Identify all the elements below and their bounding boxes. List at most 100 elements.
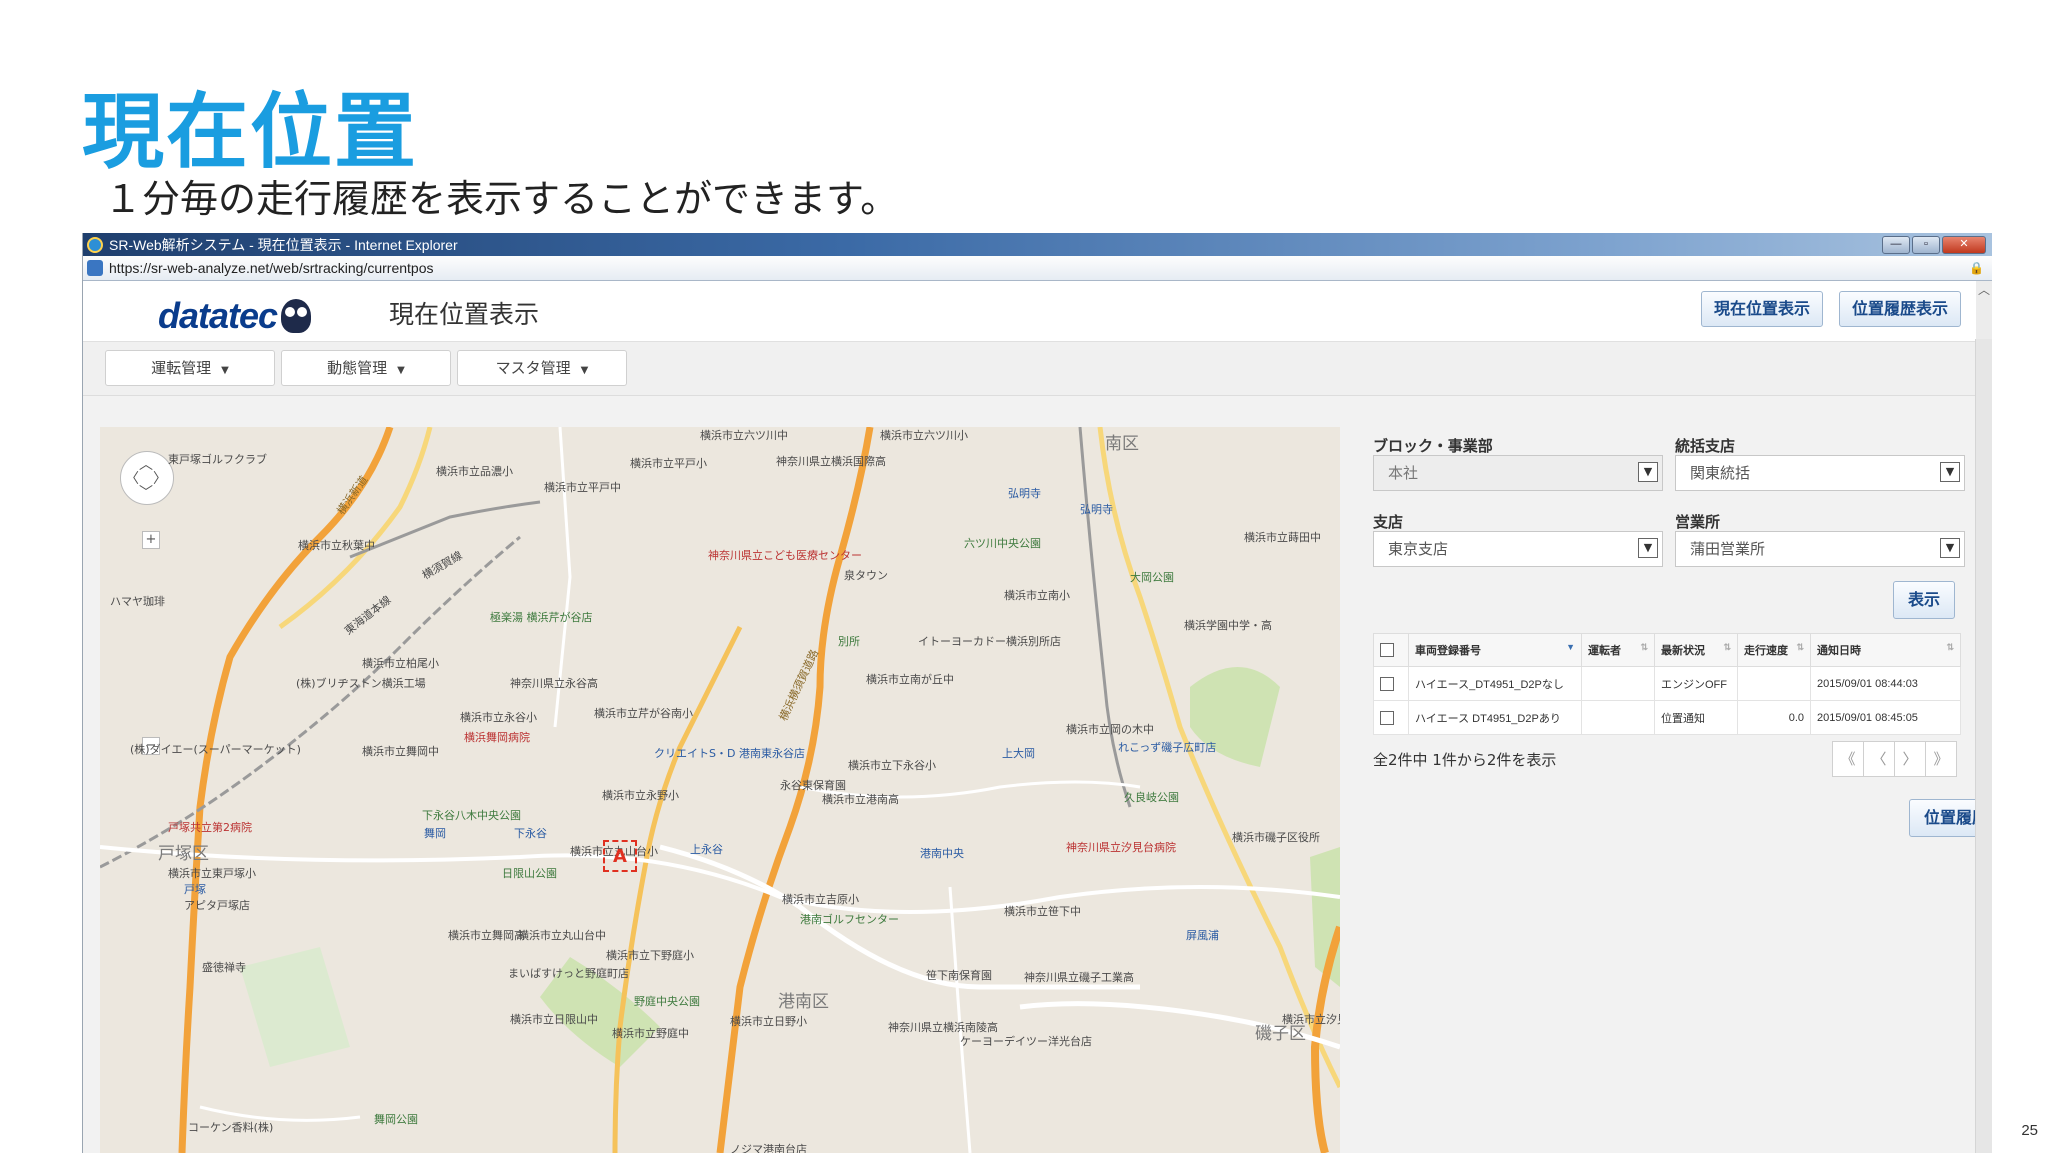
place-label: 横浜市立笹下中 <box>1004 905 1081 918</box>
lock-icon[interactable]: 🔒 <box>1969 261 1984 275</box>
place-label: 泉タウン <box>844 569 888 582</box>
place-label: 横浜市立六ツ川小 <box>880 429 968 442</box>
place-label: 舞岡公園 <box>374 1113 418 1126</box>
chevron-down-icon[interactable]: ▼ <box>1940 462 1960 482</box>
district-label: 戸塚区 <box>158 844 209 864</box>
prev-page-button[interactable]: 〈 <box>1863 741 1895 777</box>
place-label: 横浜市立南が丘中 <box>866 673 954 686</box>
zoom-in-button[interactable]: + <box>142 531 160 549</box>
row-select-cell[interactable] <box>1373 666 1409 701</box>
row-checkbox[interactable] <box>1380 710 1394 725</box>
col-vehicle[interactable]: 車両登録番号 ▼ <box>1408 633 1582 667</box>
vehicle-cell: ハイエース DT4951_D2Pあり <box>1408 700 1582 735</box>
current-position-button[interactable]: 現在位置表示 <box>1701 291 1824 327</box>
nav-dynamic-management[interactable]: 動態管理 ▼ <box>281 350 451 386</box>
place-label: 横浜市立汐見台 <box>1282 1013 1340 1026</box>
place-label: 横浜市立舞岡中 <box>362 745 439 758</box>
place-label: 横浜舞岡病院 <box>464 731 530 744</box>
window-controls: — ▫ ✕ <box>1882 235 1986 254</box>
chevron-down-icon[interactable]: ▼ <box>1638 462 1658 482</box>
col-label: 通知日時 <box>1817 645 1861 657</box>
place-label: 横浜市立舞岡高 <box>448 929 525 942</box>
place-label: イトーヨーカドー横浜別所店 <box>918 635 1061 648</box>
col-driver[interactable]: 運転者 ⇅ <box>1581 633 1655 667</box>
address-bar[interactable]: https://sr-web-analyze.net/web/srtrackin… <box>83 256 1992 281</box>
status-cell: エンジンOFF <box>1654 666 1738 701</box>
nav-driving-management[interactable]: 運転管理 ▼ <box>105 350 275 386</box>
nav-label: 動態管理 <box>327 359 388 377</box>
place-label: 戸塚 <box>184 883 206 896</box>
maximize-button[interactable]: ▫ <box>1912 235 1940 254</box>
place-label: 神奈川県立横浜国際高 <box>776 455 886 468</box>
railway <box>349 500 541 559</box>
datatec-logo[interactable]: datatec <box>158 295 312 337</box>
place-label: 横浜市立下野庭小 <box>606 949 694 962</box>
select-all-checkbox[interactable] <box>1380 643 1394 657</box>
url-text[interactable]: https://sr-web-analyze.net/web/srtrackin… <box>109 260 433 276</box>
block-select[interactable]: 本社 ▼ <box>1373 455 1663 491</box>
place-label: 極楽湯 横浜芹が谷店 <box>490 611 593 624</box>
place-label: 横浜市立港南高 <box>822 793 899 806</box>
show-button[interactable]: 表示 <box>1893 581 1955 619</box>
place-label: 東戸塚ゴルフクラブ <box>168 453 267 466</box>
page-scrollbar[interactable] <box>1975 339 1992 1153</box>
pan-up-icon[interactable]: ︿ <box>139 454 153 474</box>
window-title: SR-Web解析システム - 現在位置表示 - Internet Explore… <box>109 236 458 253</box>
row-checkbox[interactable] <box>1380 676 1394 691</box>
sort-icon[interactable]: ⇅ <box>1723 642 1731 653</box>
sort-icon[interactable]: ⇅ <box>1946 642 1954 653</box>
pan-left-icon[interactable]: 〈 <box>125 468 139 488</box>
place-label: 神奈川県立永谷高 <box>510 677 598 690</box>
branch-general-value: 関東統括 <box>1690 464 1751 482</box>
scroll-up-arrow-icon[interactable]: ︿ <box>1976 281 1992 341</box>
place-label: 横浜市立平戸小 <box>630 457 707 470</box>
sort-icon[interactable]: ⇅ <box>1796 642 1804 653</box>
speed-cell <box>1737 666 1811 701</box>
pan-right-icon[interactable]: 〉 <box>153 468 167 488</box>
select-all-header[interactable] <box>1373 633 1409 667</box>
close-button[interactable]: ✕ <box>1942 235 1986 254</box>
branch-general-label: 統括支店 <box>1675 437 1736 455</box>
first-page-button[interactable]: 《 <box>1832 741 1864 777</box>
pan-down-icon[interactable]: ﹀ <box>139 482 153 502</box>
map-pan-control[interactable]: ︿ 〈 〉 ﹀ <box>120 451 174 505</box>
place-label: 神奈川県立汐見台病院 <box>1066 841 1176 854</box>
row-select-cell[interactable] <box>1373 700 1409 735</box>
nav-label: マスタ管理 <box>495 359 571 377</box>
last-page-button[interactable]: 》 <box>1925 741 1957 777</box>
site-favicon-icon <box>87 260 103 276</box>
minimize-button[interactable]: — <box>1882 235 1910 254</box>
chevron-down-icon[interactable]: ▼ <box>1940 538 1960 558</box>
logo-text: datatec <box>158 295 278 336</box>
table-row[interactable]: ハイエース_DT4951_D2Pなし エンジンOFF 2015/09/01 08… <box>1373 666 1961 701</box>
col-speed[interactable]: 走行速度 ⇅ <box>1737 633 1811 667</box>
sort-desc-icon[interactable]: ▼ <box>1566 642 1575 652</box>
branch-select[interactable]: 東京支店 ▼ <box>1373 531 1663 567</box>
park-area <box>240 947 350 1067</box>
col-time[interactable]: 通知日時 ⇅ <box>1810 633 1961 667</box>
place-label: 横浜市立東戸塚小 <box>168 867 256 880</box>
place-label: 下永谷八木中央公園 <box>422 809 521 822</box>
col-status[interactable]: 最新状況 ⇅ <box>1654 633 1738 667</box>
place-label: 弘明寺 <box>1008 487 1041 500</box>
caret-down-icon: ▼ <box>580 365 589 376</box>
position-history-button[interactable]: 位置履歴表示 <box>1839 291 1962 327</box>
page-number: 25 <box>2021 1122 2038 1139</box>
place-label: まいばすけっと野庭町店 <box>508 967 629 980</box>
place-label: 横浜市立柏尾小 <box>362 657 439 670</box>
office-select[interactable]: 蒲田営業所 ▼ <box>1675 531 1965 567</box>
table-row[interactable]: ハイエース DT4951_D2Pあり 位置通知 0.0 2015/09/01 0… <box>1373 700 1961 735</box>
next-page-button[interactable]: 〉 <box>1894 741 1926 777</box>
place-label: 下永谷 <box>514 827 547 840</box>
page-title: 現在位置表示 <box>389 300 540 329</box>
sort-icon[interactable]: ⇅ <box>1640 642 1648 653</box>
vehicle-marker[interactable]: A <box>603 840 637 872</box>
place-label: 横浜市立岡の木中 <box>1066 723 1154 736</box>
map-view[interactable]: ︿ 〈 〉 ﹀ + − 南区 戸塚区 港南区 磯子区 横浜新道 東海道本線 横須… <box>100 427 1340 1153</box>
nav-master-management[interactable]: マスタ管理 ▼ <box>457 350 627 386</box>
place-label: 横浜市立丸山台中 <box>518 929 606 942</box>
office-label: 営業所 <box>1675 513 1721 531</box>
branch-general-select[interactable]: 関東統括 ▼ <box>1675 455 1965 491</box>
chevron-down-icon[interactable]: ▼ <box>1638 538 1658 558</box>
speed-cell: 0.0 <box>1737 700 1811 735</box>
